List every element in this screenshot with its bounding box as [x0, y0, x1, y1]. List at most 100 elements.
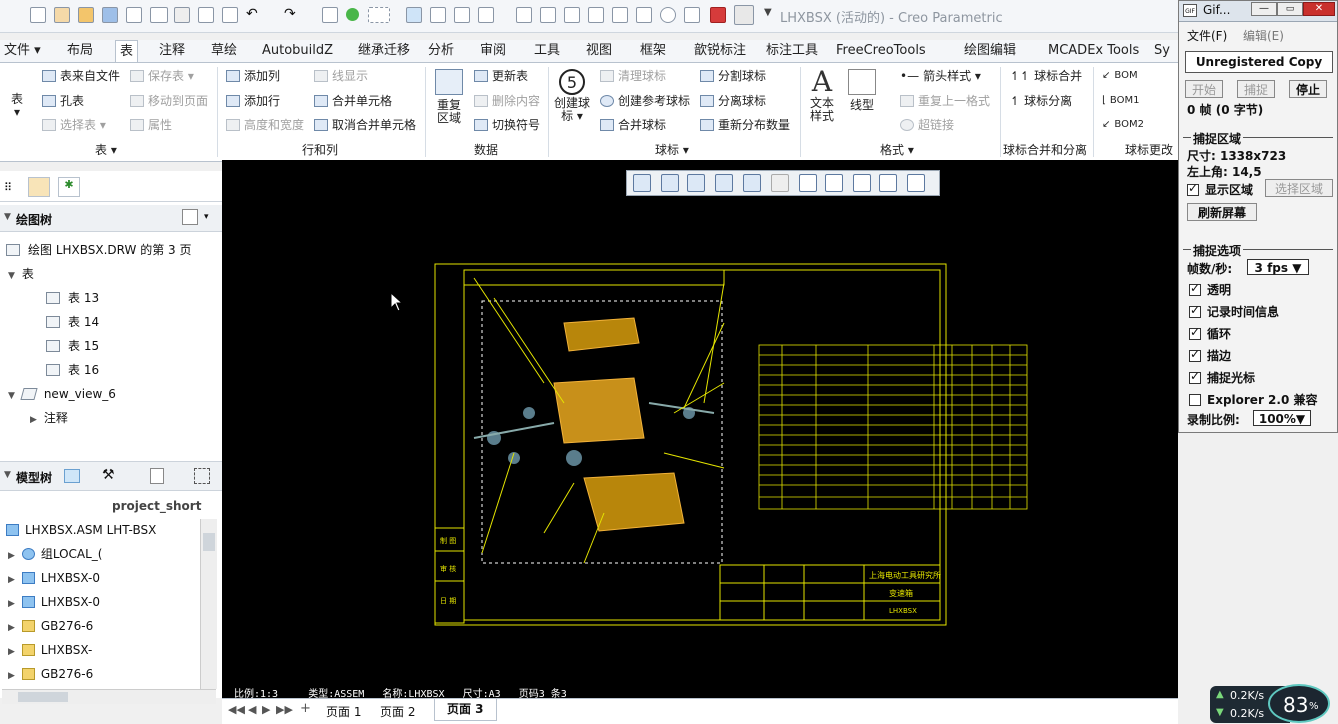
model-root-item[interactable]: LHXBSX.ASM LHT-BSX: [6, 521, 156, 539]
maximize-button[interactable]: ▭: [1277, 2, 1303, 16]
stop-button[interactable]: 停止: [1289, 80, 1327, 98]
expand-arrow-icon[interactable]: ▶: [8, 571, 18, 589]
sheet-setup-icon[interactable]: [771, 174, 789, 192]
tab-sy[interactable]: Sy: [1150, 40, 1174, 62]
tab-xinrui-annotate[interactable]: 歆锐标注: [690, 40, 750, 62]
delete-content-button[interactable]: 删除内容: [474, 92, 540, 110]
datum-axis-icon[interactable]: [799, 174, 817, 192]
chevron-down-icon[interactable]: ▼: [764, 7, 772, 18]
layout-icon[interactable]: [478, 7, 494, 23]
close-button[interactable]: ✕: [1303, 2, 1335, 16]
create-balloon-button[interactable]: 5 创建球标 ▾: [552, 69, 592, 123]
arrow-style-button[interactable]: •— 箭头样式 ▾: [900, 67, 981, 85]
bom-button[interactable]: ↙ BOM: [1102, 67, 1138, 85]
select-table-button[interactable]: 选择表 ▾: [42, 116, 106, 134]
model-tree-item[interactable]: ▶ LHXBSX-0: [8, 569, 100, 587]
save-table-button[interactable]: 保存表 ▾: [130, 67, 194, 85]
create-ref-balloon-button[interactable]: 创建参考球标: [600, 92, 690, 110]
folder-browser-icon[interactable]: [28, 177, 50, 197]
gif-menu-edit[interactable]: 编辑(E): [1243, 27, 1284, 44]
window-switch-icon[interactable]: [734, 5, 754, 25]
horizontal-scrollbar[interactable]: [2, 689, 216, 704]
undo-icon[interactable]: ↶: [246, 6, 258, 22]
save-as-icon[interactable]: [126, 7, 142, 23]
scrollbar-thumb[interactable]: [203, 533, 215, 551]
redistribute-qty-button[interactable]: 重新分布数量: [700, 116, 790, 134]
chevron-down-icon[interactable]: ▾: [204, 212, 209, 222]
datum-point-icon[interactable]: [853, 174, 871, 192]
next-page-icon[interactable]: ▶: [262, 703, 270, 716]
collapse-icon[interactable]: ▼: [4, 470, 11, 480]
split-balloon-button[interactable]: 分割球标: [700, 67, 766, 85]
open-folder-icon[interactable]: [54, 7, 70, 23]
usage-gauge[interactable]: 83 %: [1268, 684, 1330, 723]
sheet-icon[interactable]: [612, 7, 628, 23]
expand-arrow-icon[interactable]: ▼: [8, 267, 18, 285]
move-to-page-button[interactable]: 移动到页面: [130, 92, 208, 110]
model-tree-item[interactable]: ▶ GB276-6: [8, 665, 93, 683]
height-width-button[interactable]: 高度和宽度: [226, 116, 304, 134]
table-tool-icon[interactable]: [516, 7, 532, 23]
datum-csys-icon[interactable]: [879, 174, 897, 192]
grid-icon[interactable]: [454, 7, 470, 23]
eraser-icon[interactable]: [406, 7, 422, 23]
repaint-icon[interactable]: [715, 174, 733, 192]
toggle-symbol-button[interactable]: 切换符号: [474, 116, 540, 134]
bom2-button[interactable]: ↙ BOM2: [1102, 116, 1144, 134]
balloon-split-button[interactable]: ↿ 球标分离: [1010, 92, 1072, 110]
group-label-format[interactable]: 格式 ▾: [880, 141, 914, 158]
tab-tools[interactable]: 工具: [530, 40, 564, 62]
tree-item-view[interactable]: ▼ new_view_6: [8, 385, 116, 403]
measure-icon[interactable]: [660, 7, 676, 23]
hammer-icon[interactable]: ⚒: [102, 467, 115, 483]
new-file-icon[interactable]: [30, 7, 46, 23]
tab-review[interactable]: 审阅: [476, 40, 510, 62]
capture-button[interactable]: 捕捉: [1237, 80, 1275, 98]
model-tree-tab-icon[interactable]: ⠿: [4, 181, 12, 194]
group-label-balloon[interactable]: 球标 ▾: [655, 141, 689, 158]
option-capture-cursor[interactable]: 捕捉光标: [1189, 369, 1255, 386]
option-record-time[interactable]: 记录时间信息: [1189, 303, 1279, 320]
unmerge-cells-button[interactable]: 取消合并单元格: [314, 116, 416, 134]
save-icon[interactable]: [102, 7, 118, 23]
frame-icon[interactable]: [684, 7, 700, 23]
show-area-checkbox[interactable]: 显示区域: [1187, 181, 1253, 198]
tree-item-table-15[interactable]: 表 15: [46, 337, 99, 355]
line-style-button[interactable]: 线型: [846, 69, 878, 112]
tab-frame[interactable]: 框架: [636, 40, 670, 62]
favorites-icon[interactable]: ✱: [58, 177, 80, 197]
add-page-icon[interactable]: +: [300, 701, 311, 716]
model-tree-item[interactable]: ▶ GB276-6: [8, 617, 93, 635]
display-style-icon[interactable]: [743, 174, 761, 192]
prev-page-icon[interactable]: ◀: [248, 703, 256, 716]
minimize-button[interactable]: —: [1251, 2, 1277, 16]
tab-analysis[interactable]: 分析: [424, 40, 458, 62]
tab-drawing-edit[interactable]: 绘图编辑: [960, 40, 1020, 62]
close-window-icon[interactable]: [710, 7, 726, 23]
tab-annotate[interactable]: 注释: [155, 40, 189, 62]
table-icon[interactable]: [636, 7, 652, 23]
zoom-out-icon[interactable]: [687, 174, 705, 192]
tab-file[interactable]: 文件 ▾: [0, 40, 45, 62]
select-area-button[interactable]: 选择区域: [1265, 179, 1333, 197]
text-icon[interactable]: [322, 7, 338, 23]
text-style-button[interactable]: A 文本样式: [806, 67, 838, 123]
datum-plane-icon[interactable]: [825, 174, 843, 192]
scrollbar-thumb[interactable]: [18, 692, 68, 702]
camera-icon[interactable]: [540, 7, 556, 23]
option-loop[interactable]: 循环: [1189, 325, 1231, 342]
eraser-icon[interactable]: [64, 469, 80, 483]
option-explorer-compat[interactable]: Explorer 2.0 兼容: [1189, 391, 1317, 408]
model-tree-item[interactable]: ▶ 组LOCAL_(: [8, 545, 103, 563]
detach-balloon-button[interactable]: 分离球标: [700, 92, 766, 110]
expand-arrow-icon[interactable]: ▼: [8, 387, 18, 405]
window-icon[interactable]: [198, 7, 214, 23]
update-table-button[interactable]: 更新表: [474, 67, 528, 85]
model-tree-item[interactable]: ▶ LHXBSX-: [8, 641, 92, 659]
table-from-file-button[interactable]: 表来自文件: [42, 67, 120, 85]
mesh-icon[interactable]: [588, 7, 604, 23]
tree-item-tables[interactable]: ▼ 表: [8, 265, 34, 283]
redo-icon[interactable]: ↷: [284, 6, 296, 22]
collapse-icon[interactable]: ▼: [4, 212, 11, 222]
merge-cells-button[interactable]: 合并单元格: [314, 92, 392, 110]
